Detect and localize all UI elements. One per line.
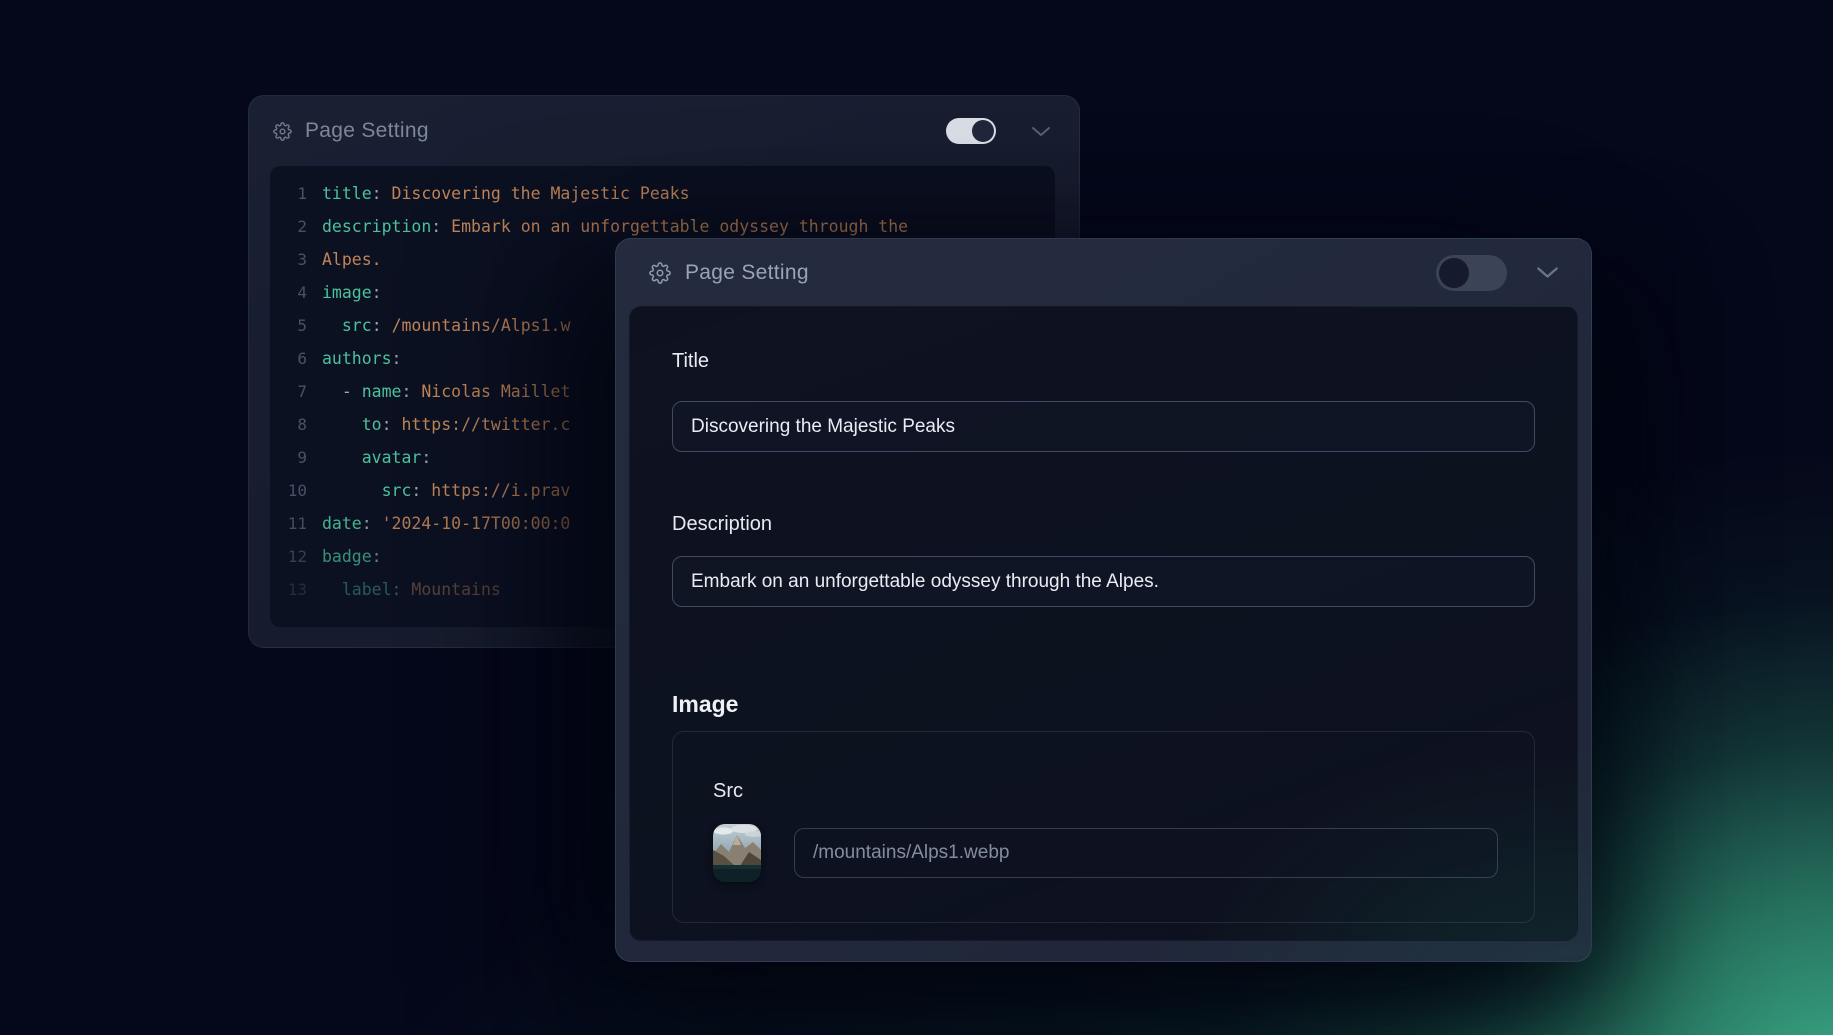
title-label: Title	[672, 350, 1535, 373]
page-setting-form: Title Discovering the Majestic Peaks Des…	[629, 306, 1578, 941]
src-label: Src	[713, 780, 1498, 803]
src-input[interactable]: /mountains/Alps1.webp	[794, 828, 1498, 878]
description-input[interactable]: Embark on an unforgettable odyssey throu…	[672, 556, 1535, 607]
panel-title: Page Setting	[305, 119, 429, 143]
front-page-setting-panel: Page Setting Title Discoveri	[615, 238, 1592, 962]
toggle-knob	[972, 120, 994, 142]
back-panel-header: Page Setting	[249, 96, 1079, 166]
front-panel-header: Page Setting	[616, 239, 1591, 306]
mountain-photo-thumbnail	[713, 824, 761, 882]
gear-icon	[649, 262, 671, 284]
code-line: 1title: Discovering the Majestic Peaks	[270, 177, 1035, 210]
image-section-heading: Image	[672, 691, 1535, 718]
chevron-down-icon[interactable]	[1031, 126, 1051, 137]
description-label: Description	[672, 513, 1535, 536]
toggle-knob	[1439, 258, 1469, 288]
page-background: Page Setting 1title: Discovering th	[0, 0, 1833, 1035]
chevron-down-icon[interactable]	[1536, 266, 1559, 279]
code-view-toggle[interactable]	[946, 118, 996, 144]
title-input[interactable]: Discovering the Majestic Peaks	[672, 401, 1535, 452]
gear-icon	[273, 122, 292, 141]
panel-title: Page Setting	[685, 261, 809, 285]
image-card: Src	[672, 731, 1535, 923]
code-view-toggle[interactable]	[1436, 255, 1507, 291]
